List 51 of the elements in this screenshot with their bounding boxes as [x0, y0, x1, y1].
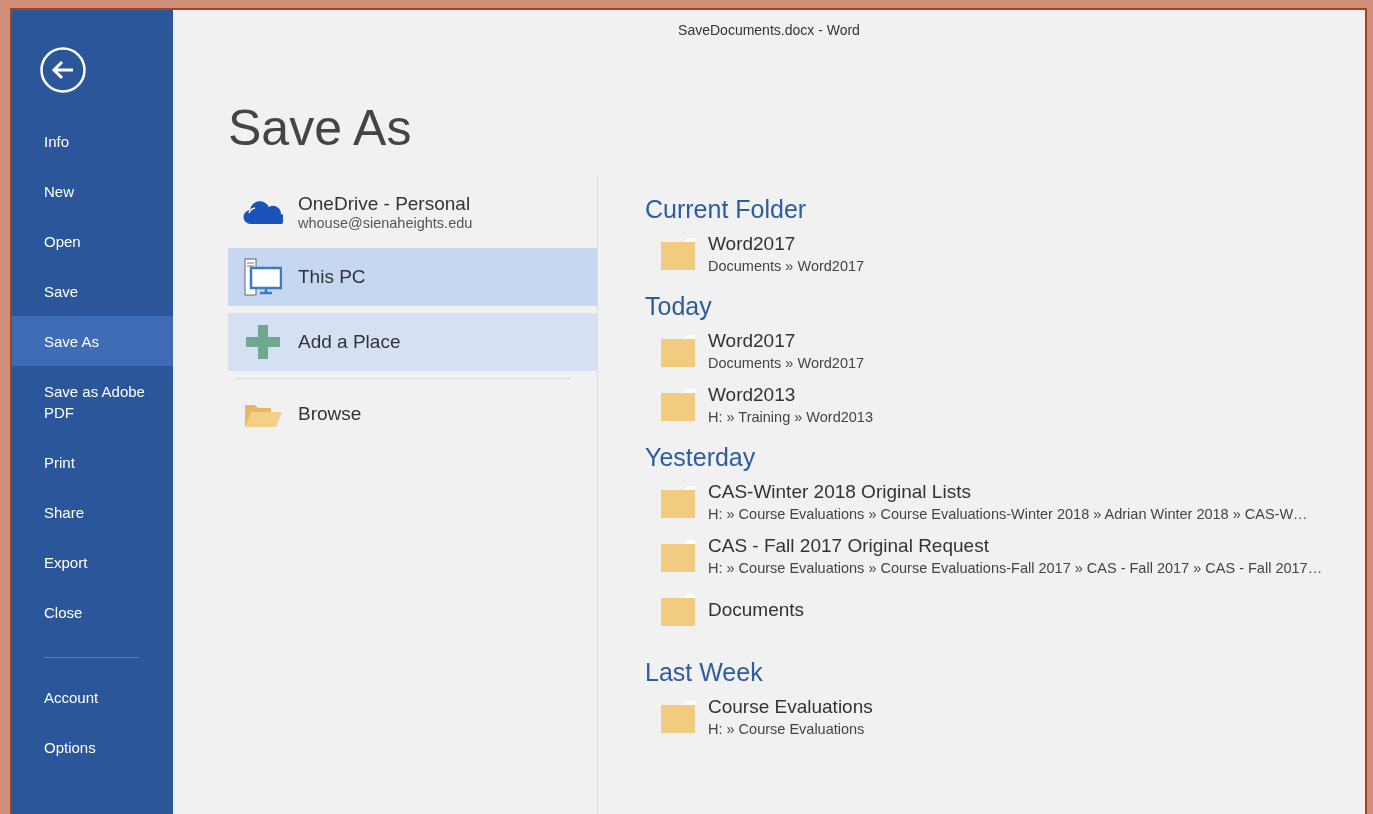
place-label: OneDrive - Personal: [298, 193, 472, 215]
folder-name[interactable]: Word2017: [708, 231, 865, 256]
menu-item[interactable]: Save as Adobe PDF: [12, 366, 173, 437]
cloud-icon: [243, 199, 283, 225]
group-heading: Last Week: [645, 657, 764, 688]
place-item[interactable]: OneDrive - Personal whouse@sienaheights.edu: [228, 183, 597, 241]
place-label: This PC: [298, 266, 366, 288]
menu-item[interactable]: Export: [12, 537, 173, 587]
place-item[interactable]: Browse: [228, 385, 597, 443]
menu-item[interactable]: Save: [12, 266, 173, 316]
folder-name[interactable]: CAS - Fall 2017 Original Request: [708, 533, 1323, 558]
folder-name[interactable]: Documents: [708, 597, 805, 622]
place-item[interactable]: This PC: [228, 248, 597, 306]
account-email: whouse@sienaheights.edu: [298, 215, 473, 231]
folder-path: Documents » Word2017: [708, 256, 865, 276]
computer-icon: [244, 258, 282, 296]
place-item[interactable]: Add a Place: [228, 313, 597, 371]
menu-item[interactable]: Open: [12, 216, 173, 266]
group-heading: Yesterday: [645, 442, 757, 473]
plus-icon: [245, 324, 281, 360]
folder-icon: [660, 387, 696, 422]
folder-name[interactable]: Course Evaluations: [708, 694, 873, 719]
menu-item[interactable]: New: [12, 166, 173, 216]
menu-item[interactable]: Account: [12, 672, 173, 722]
menu-item[interactable]: Share: [12, 487, 173, 537]
folder-icon: [660, 592, 696, 627]
folder-name[interactable]: Word2017: [708, 328, 865, 353]
group-heading: Today: [645, 291, 713, 322]
menu-item[interactable]: Close: [12, 587, 173, 637]
folder-path: Documents » Word2017: [708, 353, 865, 373]
page-heading: Save As: [228, 99, 412, 158]
back-icon[interactable]: [40, 47, 86, 93]
window-title: SaveDocuments.docx - Word: [678, 22, 860, 38]
menu-item[interactable]: Options: [12, 722, 173, 772]
folder-path: H: » Training » Word2013: [708, 407, 873, 427]
place-label: Add a Place: [298, 331, 401, 353]
place-label: Browse: [298, 403, 362, 425]
folder-icon: [660, 699, 696, 734]
menu-item[interactable]: Info: [12, 116, 173, 166]
menu-item[interactable]: Print: [12, 437, 173, 487]
folder-name[interactable]: CAS-Winter 2018 Original Lists: [708, 479, 1308, 504]
folder-path: H: » Course Evaluations » Course Evaluations-Fall 2017 » CAS - Fall 2017 » CAS - Fall 2017…: [708, 558, 1323, 578]
group-heading: Current Folder: [645, 194, 808, 225]
folder-icon: [660, 333, 696, 368]
folder-icon: [660, 236, 696, 271]
folder-icon: [660, 484, 696, 519]
menu-item[interactable]: Save As: [12, 316, 173, 366]
folder-path: H: » Course Evaluations » Course Evaluations-Winter 2018 » Adrian Winter 2018 » CAS-W…: [708, 504, 1308, 524]
folder-icon: [660, 538, 696, 573]
folder-name[interactable]: Word2013: [708, 382, 873, 407]
folder-path: H: » Course Evaluations: [708, 719, 866, 739]
